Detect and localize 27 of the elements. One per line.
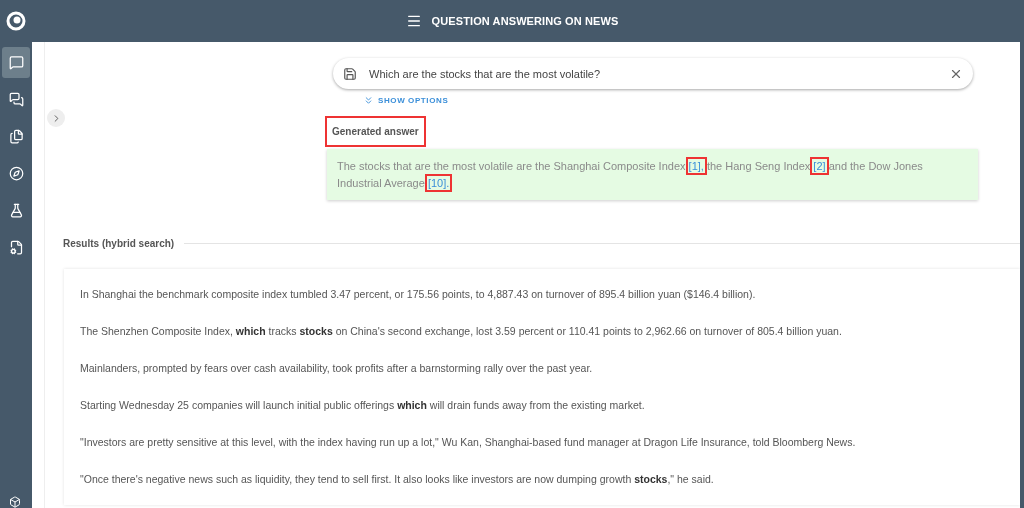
citation-link[interactable]: [2] <box>813 160 826 172</box>
answer-text: The stocks that are the most volatile are the Shanghai Composite Index [1], the Hang Seng Index [2] and the Dow Jones Industrial Average [10]. <box>327 149 978 200</box>
flask-icon <box>8 203 24 218</box>
results-title: Results (hybrid search) <box>63 238 175 249</box>
cube-icon[interactable] <box>9 496 21 508</box>
citation-link[interactable]: [10]. <box>427 177 450 189</box>
compass-icon <box>8 166 24 181</box>
result-paragraph: "Once there's negative news such as liquidity, they tend to sell first. It also looks like investors are now dumping growth stocks," he said. <box>80 472 715 487</box>
double-chevron-icon <box>363 95 374 106</box>
file-settings-icon <box>8 240 24 255</box>
result-paragraph: In Shanghai the benchmark composite index tumbled 3.47 percent, or 175.56 points, to 4,887.43 on turnover of 895.4 billion yuan ($146.4 billion). <box>80 287 757 302</box>
citation-link[interactable]: [1], <box>688 160 704 172</box>
result-paragraph: "Investors are pretty sensitive at this level, with the index having run up a lot," Wu Kan, Shanghai-based fund manager at Dragon Life Insurance, told Bloomberg News. <box>80 435 857 450</box>
messages-icon <box>8 92 24 107</box>
result-paragraph: Starting Wednesday 25 companies will launch initial public offerings which will drain funds away from the existing market. <box>80 398 646 413</box>
documents-icon <box>8 129 24 144</box>
show-options-button[interactable]: SHOW OPTIONS <box>363 95 449 106</box>
result-paragraph: Mainlanders, prompted by fears over cash availability, took profits after a barnstorming rally over the past year. <box>80 361 594 376</box>
result-paragraph: The Shenzhen Composite Index, which tracks stocks on China's second exchange, lost 3.59 percent or 110.41 points to 2,962.66 on turnover of 805.4 billion yuan. <box>80 324 843 339</box>
search-field[interactable]: Which are the stocks that are the most volatile? <box>367 66 939 81</box>
message-icon <box>8 55 24 70</box>
logo-icon <box>6 11 26 31</box>
save-icon[interactable] <box>343 66 357 81</box>
sidebar-item[interactable] <box>2 47 30 78</box>
answer-heading: Generated answer <box>327 118 424 145</box>
menu-icon[interactable] <box>405 13 422 29</box>
page-title: QUESTION ANSWERING ON NEWS <box>431 15 619 27</box>
